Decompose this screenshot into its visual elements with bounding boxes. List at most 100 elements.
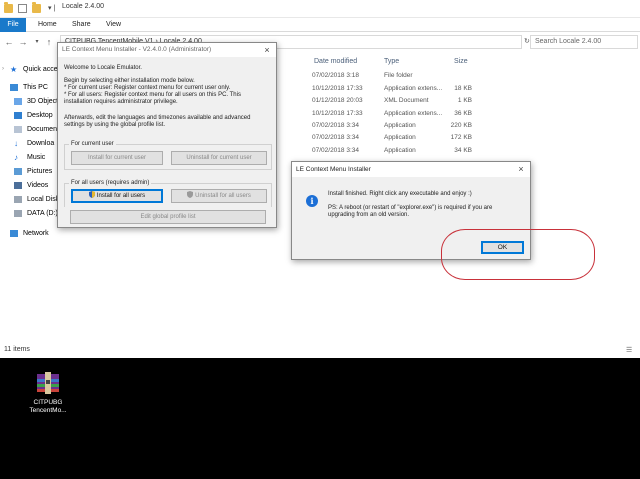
desktop-icon-citpubg[interactable]: CITPUBG TencentMo... xyxy=(22,370,74,420)
sidebar-item-this-pc[interactable]: This PC xyxy=(0,81,58,94)
row-type: XML Document xyxy=(384,95,429,107)
button-label: Install for all users xyxy=(97,193,145,199)
desktop-icon xyxy=(14,112,22,119)
back-arrow-icon[interactable]: ← xyxy=(4,36,14,48)
install-current-user-button[interactable]: Install for current user xyxy=(71,151,163,165)
video-icon xyxy=(14,182,22,189)
forward-arrow-icon[interactable]: → xyxy=(18,36,28,48)
sidebar-item-label: Pictures xyxy=(27,165,52,178)
close-icon[interactable]: × xyxy=(262,43,272,57)
sidebar-item-label: This PC xyxy=(23,81,48,94)
sidebar-item-3d-objects[interactable]: 3D Object xyxy=(0,95,58,108)
recent-dropdown-icon[interactable]: ▾ xyxy=(32,36,42,48)
status-bar-count: 11 items xyxy=(4,346,30,353)
row-type: File folder xyxy=(384,70,413,82)
row-size: 18 KB xyxy=(454,83,472,95)
view-toggle-icon[interactable]: ☰ xyxy=(626,346,632,354)
group-current-user: For current user Install for current use… xyxy=(64,144,272,170)
table-row[interactable]: 01/12/2018 20:03 XML Document 1 KB xyxy=(312,95,472,107)
sidebar-item-label: Documen xyxy=(27,123,57,136)
label-line: CITPUBG xyxy=(22,399,74,407)
sidebar-item-quick-access[interactable]: › ★ Quick acce xyxy=(0,63,58,76)
instruction-line: settings by using the global profile lis… xyxy=(64,122,274,130)
column-header-type[interactable]: Type xyxy=(384,56,399,68)
computer-icon xyxy=(10,84,18,91)
sidebar-item-local-disk[interactable]: Local Disk xyxy=(0,193,58,206)
sidebar-item-label: Quick acce xyxy=(23,63,58,76)
row-date: 10/12/2018 17:33 xyxy=(312,108,363,120)
label-line: TencentMo... xyxy=(22,407,74,415)
le-title-text: LE Context Menu Installer - V2.4.0.0 (Ad… xyxy=(62,46,211,53)
group-all-users: For all users (requires admin) Install f… xyxy=(64,183,272,207)
instruction-line: installation requires administrator priv… xyxy=(64,99,274,107)
sidebar-item-downloads[interactable]: ↓ Downloa xyxy=(0,137,58,150)
sidebar-item-data-drive[interactable]: DATA (D:) xyxy=(0,207,58,220)
table-row[interactable]: 07/02/2018 3:34 Application 172 KB xyxy=(312,132,472,144)
shield-icon xyxy=(89,191,95,198)
dialog-title: LE Context Menu Installer × xyxy=(292,162,530,177)
column-header-size[interactable]: Size xyxy=(454,56,468,68)
refresh-icon[interactable]: ↻ xyxy=(524,37,530,45)
row-type: Application xyxy=(384,120,416,132)
row-date: 10/12/2018 17:33 xyxy=(312,83,363,95)
tab-home[interactable]: Home xyxy=(38,18,57,32)
picture-icon xyxy=(14,168,22,175)
sidebar-item-label: Network xyxy=(23,227,49,240)
row-size: 1 KB xyxy=(458,95,472,107)
highlight-ellipse xyxy=(441,229,595,280)
row-type: Application extens... xyxy=(384,83,442,95)
explorer-titlebar: ▾ | Locale 2.4.00 xyxy=(0,0,640,18)
table-row[interactable]: 07/02/2018 3:34 Application 34 KB xyxy=(312,145,472,157)
star-icon: ★ xyxy=(10,66,18,73)
row-date: 07/02/2018 3:34 xyxy=(312,132,359,144)
table-row[interactable]: 10/12/2018 17:33 Application extens... 3… xyxy=(312,108,472,120)
row-type: Application xyxy=(384,132,416,144)
up-arrow-icon[interactable]: ↑ xyxy=(44,36,54,48)
sidebar-item-network[interactable]: Network xyxy=(0,227,58,240)
close-icon[interactable]: × xyxy=(516,162,526,176)
download-icon: ↓ xyxy=(14,140,22,147)
tab-share[interactable]: Share xyxy=(72,18,91,32)
sidebar-item-music[interactable]: ♪ Music xyxy=(0,151,58,164)
le-window-title: LE Context Menu Installer - V2.4.0.0 (Ad… xyxy=(58,43,276,57)
dialog-message: upgrading from an old version. xyxy=(328,212,409,220)
navigation-pane: › ★ Quick acce This PC 3D Object Desktop… xyxy=(0,58,58,248)
sidebar-item-videos[interactable]: Videos xyxy=(0,179,58,192)
ribbon-tabs: File Home Share View xyxy=(0,18,640,32)
tab-file[interactable]: File xyxy=(0,18,26,32)
sidebar-item-label: Downloa xyxy=(27,137,54,150)
row-date: 01/12/2018 20:03 xyxy=(312,95,363,107)
tab-view[interactable]: View xyxy=(106,18,121,32)
sidebar-item-desktop[interactable]: Desktop xyxy=(0,109,58,122)
sidebar-item-documents[interactable]: Documen xyxy=(0,123,58,136)
document-icon xyxy=(14,126,22,133)
uninstall-current-user-button[interactable]: Uninstall for current user xyxy=(171,151,267,165)
chevron-right-icon[interactable]: › xyxy=(2,63,4,76)
shield-icon xyxy=(187,191,193,198)
network-icon xyxy=(10,230,18,237)
dialog-title-text: LE Context Menu Installer xyxy=(296,166,371,173)
folder-icon xyxy=(4,4,13,13)
install-all-users-button[interactable]: Install for all users xyxy=(71,189,163,203)
sidebar-item-label: Desktop xyxy=(27,109,53,122)
row-date: 07/02/2018 3:34 xyxy=(312,120,359,132)
quick-access-dropdown-icon[interactable]: ▾ | xyxy=(48,4,55,12)
table-row[interactable]: 10/12/2018 17:33 Application extens... 1… xyxy=(312,83,472,95)
sidebar-item-label: Local Disk xyxy=(27,193,58,206)
group-label: For all users (requires admin) xyxy=(69,179,151,187)
edit-global-profile-button[interactable]: Edit global profile list xyxy=(70,210,266,224)
row-type: Application xyxy=(384,145,416,157)
window-title: Locale 2.4.00 xyxy=(62,3,104,10)
sidebar-item-pictures[interactable]: Pictures xyxy=(0,165,58,178)
table-row[interactable]: 07/02/2018 3:18 File folder xyxy=(312,70,472,82)
uninstall-all-users-button[interactable]: Uninstall for all users xyxy=(171,189,267,203)
column-header-date[interactable]: Date modified xyxy=(314,56,357,68)
info-icon: i xyxy=(306,195,318,207)
new-folder-icon[interactable] xyxy=(32,4,41,13)
properties-icon[interactable] xyxy=(18,4,27,13)
drive-icon xyxy=(14,196,22,203)
table-row[interactable]: 07/02/2018 3:34 Application 220 KB xyxy=(312,120,472,132)
button-label: Uninstall for all users xyxy=(195,193,251,199)
search-input[interactable]: Search Locale 2.4.00 xyxy=(530,35,638,49)
row-size: 172 KB xyxy=(451,132,472,144)
